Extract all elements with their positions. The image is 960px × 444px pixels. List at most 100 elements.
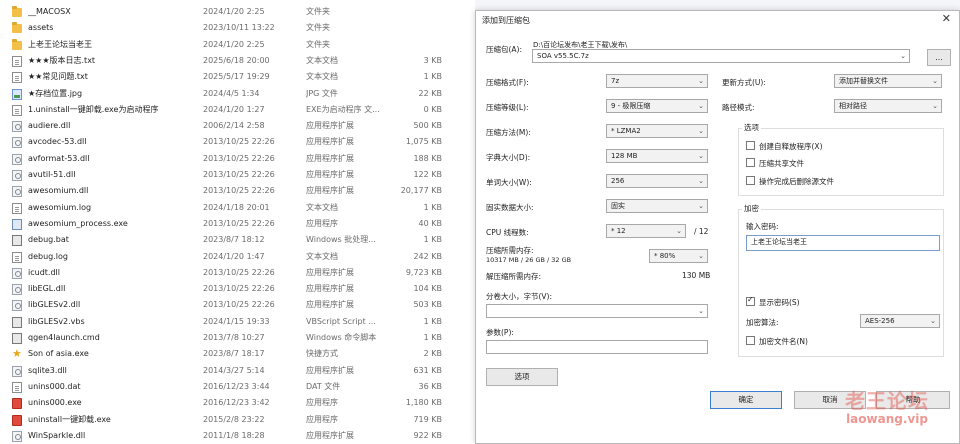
- file-row[interactable]: assets 2023/10/11 13:22 文件夹: [0, 20, 470, 37]
- archive-name: SOA v55.5C.7z: [537, 52, 589, 60]
- file-row[interactable]: sqlite3.dll 2014/3/27 5:14 应用程序扩展 631 KB: [0, 363, 470, 380]
- file-row[interactable]: libGLESv2.vbs 2024/1/15 19:33 VBScript Scr…: [0, 314, 470, 331]
- file-row[interactable]: debug.bat 2023/8/7 18:12 Windows 批处理... 1 K…: [0, 232, 470, 249]
- browse-button[interactable]: ...: [927, 49, 951, 66]
- file-row[interactable]: avutil-51.dll 2013/10/25 22:26 应用程序扩展 122 K…: [0, 167, 470, 184]
- file-row[interactable]: uninstall一键卸载.exe 2015/2/8 23:22 应用程序 719 K…: [0, 412, 470, 429]
- file-size: 3 KB: [423, 55, 442, 65]
- file-row[interactable]: qgen4launch.cmd 2013/7/8 10:27 Windows 命令脚…: [0, 330, 470, 347]
- split-size-combo[interactable]: ⌄: [486, 304, 708, 318]
- cpu-label: CPU 线程数:: [486, 228, 529, 237]
- file-row[interactable]: unins000.dat 2016/12/23 3:44 DAT 文件 36 KB: [0, 379, 470, 396]
- delete-checkbox[interactable]: [746, 176, 755, 185]
- file-date: 2025/5/17 19:29: [203, 72, 270, 82]
- exe-file-icon: [12, 218, 22, 230]
- file-date: 2016/12/23 3:44: [203, 381, 270, 391]
- watermark-cn: 老王论坛: [845, 389, 929, 413]
- file-row[interactable]: WinSparkle.dll 2011/1/8 18:28 应用程序扩展 922 KB: [0, 428, 470, 444]
- file-row[interactable]: icudt.dll 2013/10/25 22:26 应用程序扩展 9,723 KB: [0, 265, 470, 282]
- file-row[interactable]: 1.uninstall一键卸载.exe为启动程序 2024/1/20 1:27 EX…: [0, 102, 470, 119]
- file-type: 文件夹: [306, 39, 330, 49]
- watermark-en: laowang.vip: [846, 412, 928, 426]
- method-label: 压缩方法(M):: [486, 128, 531, 137]
- file-date: 2023/8/7 18:12: [203, 235, 265, 245]
- sfx-label: 创建自释放程序(X): [759, 142, 823, 151]
- file-row[interactable]: avcodec-53.dll 2013/10/25 22:26 应用程序扩展 1,07…: [0, 134, 470, 151]
- chevron-down-icon: ⌄: [930, 317, 936, 325]
- file-row[interactable]: ★★★版本日志.txt 2025/6/18 20:00 文本文档 3 KB: [0, 53, 470, 70]
- file-date: 2024/1/18 20:01: [203, 202, 270, 212]
- image-file-icon: [12, 88, 22, 100]
- file-row[interactable]: libGLESv2.dll 2013/10/25 22:26 应用程序扩展 503 K…: [0, 297, 470, 314]
- file-date: 2023/8/7 18:17: [203, 349, 265, 359]
- solid-select[interactable]: 固实 ⌄: [606, 199, 708, 213]
- file-row[interactable]: libEGL.dll 2013/10/25 22:26 应用程序扩展 104 KB: [0, 281, 470, 298]
- chevron-down-icon: ⌄: [676, 227, 682, 235]
- format-select[interactable]: 7z ⌄: [606, 74, 708, 88]
- dll-file-icon: [12, 153, 22, 165]
- file-row[interactable]: ★★常见问题.txt 2025/5/17 19:29 文本文档 1 KB: [0, 69, 470, 86]
- file-row[interactable]: 上老王论坛当老王 2024/1/20 2:25 文件夹: [0, 37, 470, 54]
- folder-icon: [12, 38, 22, 50]
- password-input[interactable]: 上老王论坛当老王: [746, 235, 940, 251]
- dict-select[interactable]: 128 MB ⌄: [606, 149, 708, 163]
- file-row[interactable]: avformat-53.dll 2013/10/25 22:26 应用程序扩展 188…: [0, 151, 470, 168]
- file-size: 1 KB: [423, 202, 442, 212]
- chevron-down-icon: ⌄: [698, 102, 704, 110]
- encrypt-names-checkbox[interactable]: [746, 336, 755, 345]
- file-date: 2024/4/5 1:34: [203, 88, 260, 98]
- file-name: 上老王论坛当老王: [28, 39, 92, 49]
- file-date: 2013/10/25 22:26: [203, 284, 275, 294]
- encrypt-names-label: 加密文件名(N): [759, 337, 808, 346]
- chevron-down-icon: ⌄: [932, 102, 938, 110]
- word-select[interactable]: 256 ⌄: [606, 174, 708, 188]
- level-select[interactable]: 9 - 极限压缩 ⌄: [606, 99, 708, 113]
- file-row[interactable]: awesomium.dll 2013/10/25 22:26 应用程序扩展 20,17…: [0, 183, 470, 200]
- password-label: 输入密码:: [746, 222, 779, 231]
- text-file-icon: [12, 202, 22, 214]
- file-row[interactable]: awesomium.log 2024/1/18 20:01 文本文档 1 KB: [0, 200, 470, 217]
- file-name: libGLESv2.vbs: [28, 316, 85, 326]
- enc-method-select[interactable]: AES-256 ⌄: [860, 314, 940, 328]
- chevron-down-icon: ⌄: [698, 127, 704, 135]
- archive-label: 压缩包(A):: [486, 45, 523, 54]
- mem-label: 压缩所需内存:: [486, 246, 534, 255]
- update-select[interactable]: 添加并替换文件 ⌄: [834, 74, 942, 88]
- file-size: 122 KB: [413, 170, 442, 179]
- file-row[interactable]: __MACOSX 2024/1/20 2:25 文件夹: [0, 4, 470, 21]
- file-name: uninstall一键卸载.exe: [28, 414, 111, 424]
- file-date: 2013/10/25 22:26: [203, 300, 275, 310]
- show-password-checkbox[interactable]: [746, 295, 755, 306]
- file-row[interactable]: audiere.dll 2006/2/14 2:58 应用程序扩展 500 KB: [0, 118, 470, 135]
- file-size: 40 KB: [418, 218, 442, 228]
- file-row[interactable]: ★ Son of asia.exe 2023/8/7 18:17 快捷方式 2 KB: [0, 346, 470, 363]
- file-row[interactable]: unins000.exe 2016/12/23 3:42 应用程序 1,180 KB: [0, 395, 470, 412]
- method-select[interactable]: * LZMA2 ⌄: [606, 124, 708, 138]
- shared-checkbox[interactable]: [746, 158, 755, 167]
- text-file-icon: [12, 251, 22, 263]
- format-value: 7z: [611, 77, 620, 85]
- file-row[interactable]: debug.log 2024/1/20 1:47 文本文档 242 KB: [0, 249, 470, 266]
- file-name: Son of asia.exe: [28, 349, 89, 359]
- cpu-select[interactable]: * 12 ⌄: [606, 224, 686, 238]
- watermark-logo: 老王论坛 laowang.vip: [845, 385, 929, 426]
- uninstall-exe-icon: [12, 398, 22, 410]
- dll-file-icon: [12, 170, 22, 181]
- file-row[interactable]: awesomium_process.exe 2013/10/25 22:26 应用程…: [0, 216, 470, 233]
- sfx-checkbox[interactable]: [746, 141, 755, 150]
- close-icon[interactable]: ✕: [942, 12, 951, 25]
- ok-button[interactable]: 确定: [710, 391, 782, 409]
- path-mode-select[interactable]: 相对路径 ⌄: [834, 99, 942, 113]
- file-name: unins000.exe: [28, 398, 82, 408]
- file-row[interactable]: ★存档位置.jpg 2024/4/5 1:34 JPG 文件 22 KB: [0, 86, 470, 103]
- mem-percent-value: * 80%: [654, 252, 676, 260]
- archive-name-combo[interactable]: SOA v55.5C.7z ⌄: [532, 49, 910, 63]
- dat-file-icon: [12, 381, 22, 393]
- file-size: 719 KB: [413, 414, 442, 424]
- file-date: 2023/10/11 13:22: [203, 23, 275, 33]
- encryption-group-title: 加密: [742, 203, 761, 214]
- params-input[interactable]: [486, 340, 708, 354]
- options-button[interactable]: 选项: [486, 368, 558, 386]
- dict-label: 字典大小(D):: [486, 153, 531, 162]
- mem-percent-select[interactable]: * 80% ⌄: [649, 249, 708, 263]
